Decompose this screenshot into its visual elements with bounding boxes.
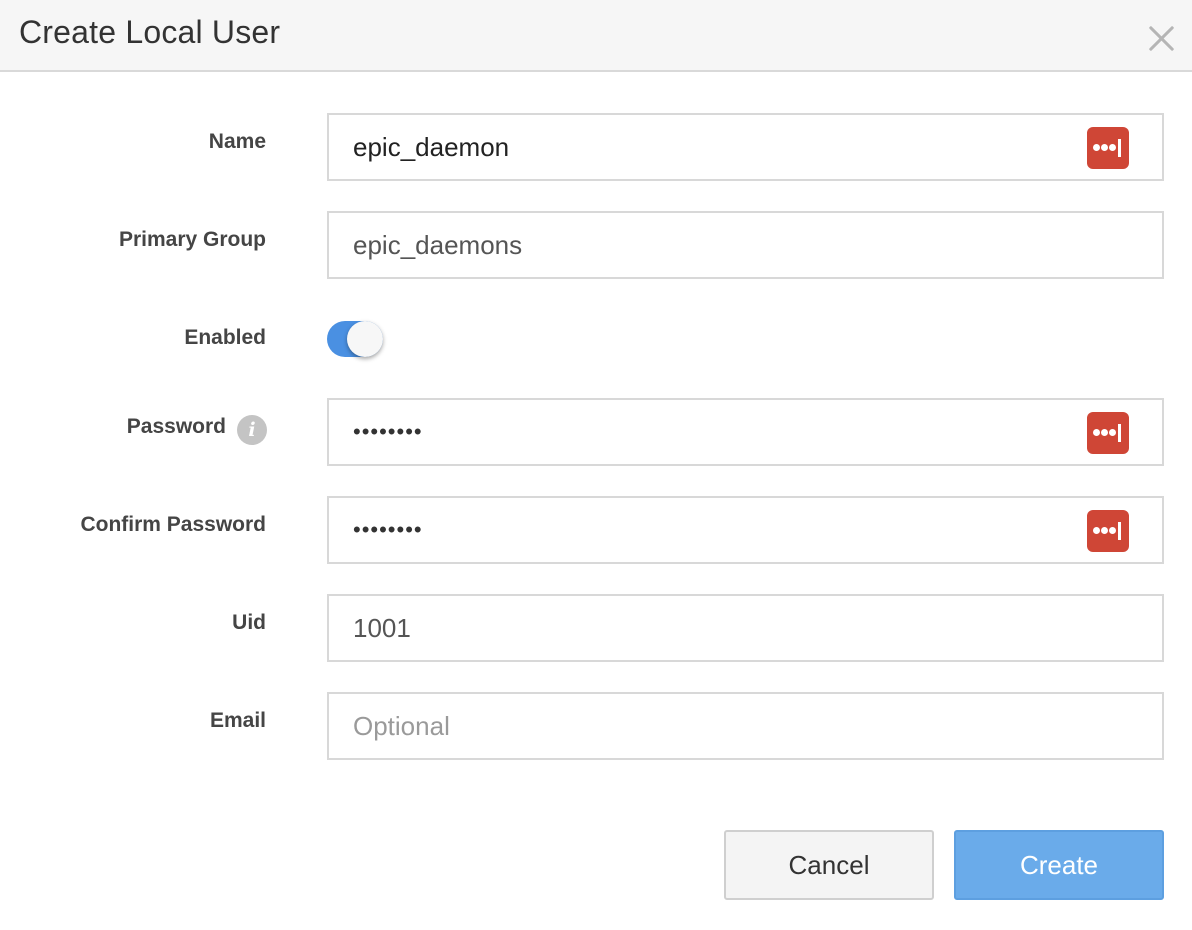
uid-field [327, 594, 1164, 662]
email-label: Email [209, 709, 266, 732]
close-icon[interactable] [1143, 20, 1179, 56]
create-local-user-dialog: Create Local User Name Primary Group Ena… [0, 0, 1192, 930]
primary-group-label: Primary Group [118, 228, 266, 251]
password-label: Password [126, 415, 226, 438]
lastpass-icon[interactable] [1087, 127, 1129, 169]
primary-group-input[interactable] [353, 213, 1093, 277]
password-input[interactable] [353, 400, 1093, 464]
password-field [327, 398, 1164, 466]
email-input[interactable] [353, 694, 1093, 758]
enabled-toggle[interactable] [327, 321, 383, 357]
cancel-button[interactable]: Cancel [724, 830, 934, 900]
lastpass-icon[interactable] [1087, 510, 1129, 552]
primary-group-field [327, 211, 1164, 279]
dialog-title: Create Local User [19, 14, 281, 50]
info-icon[interactable]: i [237, 415, 267, 445]
create-button[interactable]: Create [954, 830, 1164, 900]
confirm-password-field [327, 496, 1164, 564]
name-field [327, 113, 1164, 181]
enabled-label: Enabled [184, 326, 266, 349]
name-input[interactable] [353, 115, 1093, 179]
uid-input[interactable] [353, 596, 1093, 660]
name-label: Name [208, 130, 266, 153]
dialog-header: Create Local User [0, 0, 1192, 72]
toggle-knob [347, 321, 383, 357]
lastpass-icon[interactable] [1087, 412, 1129, 454]
confirm-password-label: Confirm Password [80, 513, 266, 536]
uid-label: Uid [232, 611, 266, 634]
confirm-password-input[interactable] [353, 498, 1093, 562]
email-field [327, 692, 1164, 760]
